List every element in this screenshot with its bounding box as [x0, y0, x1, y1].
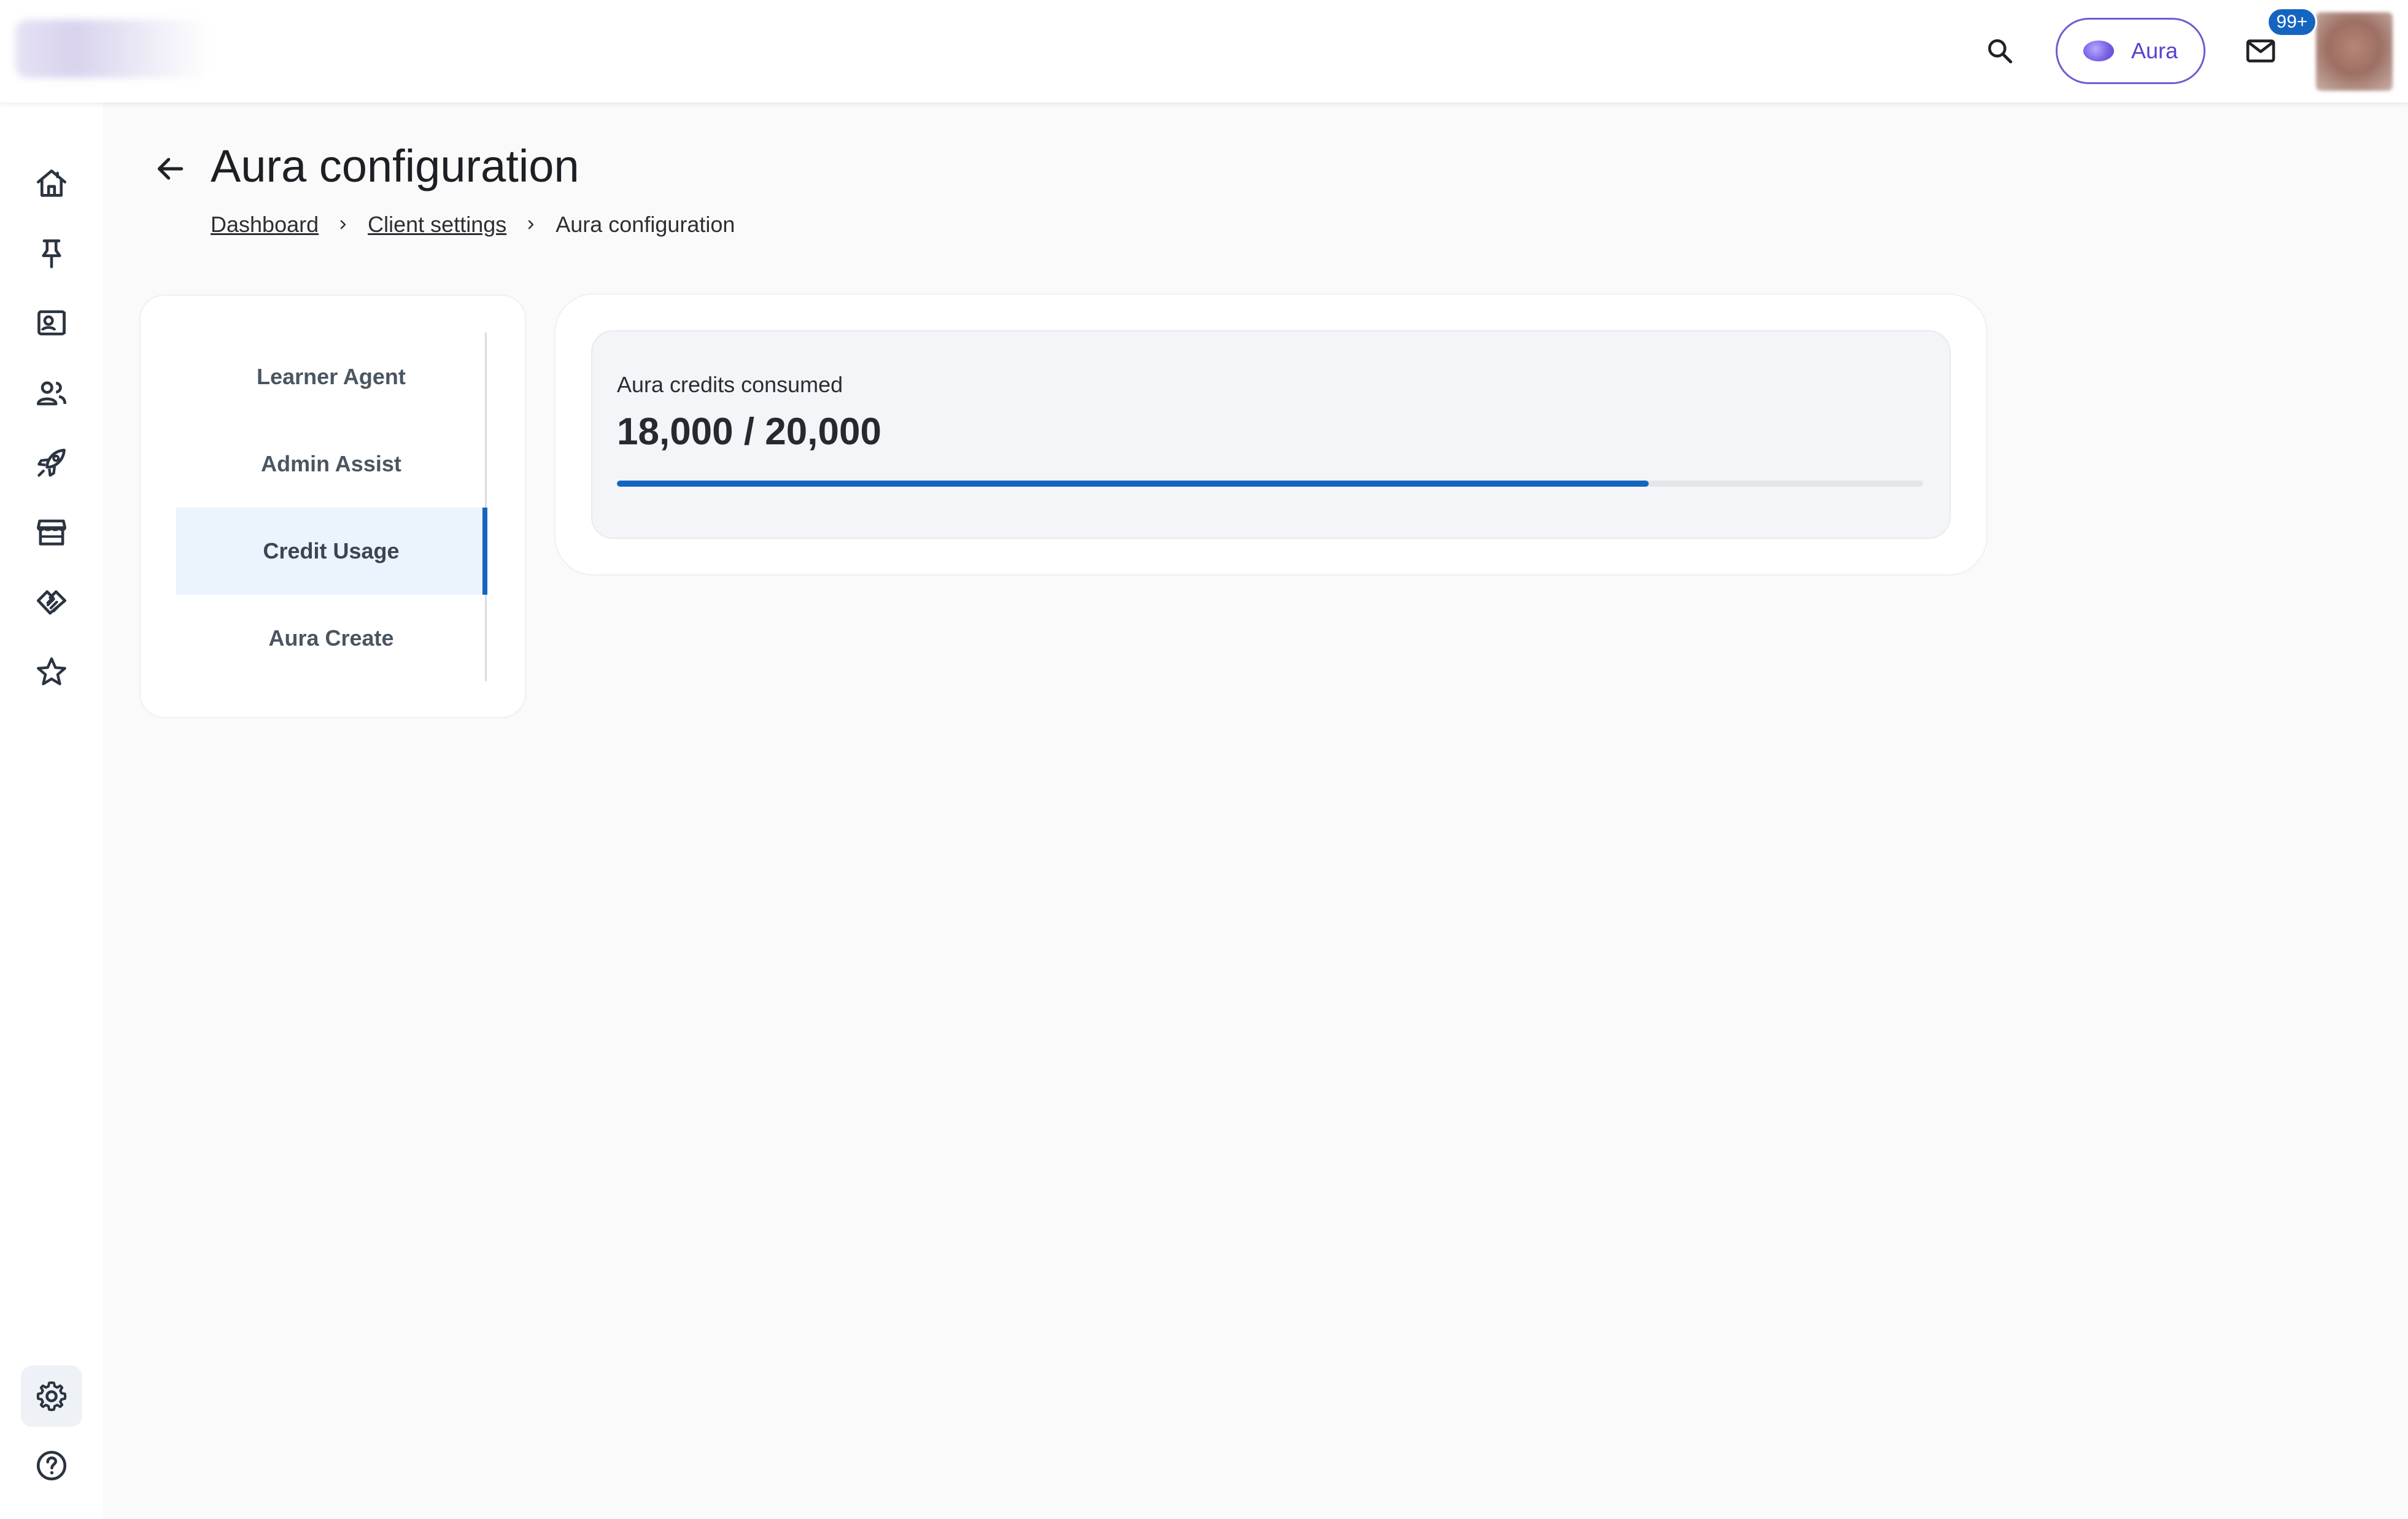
rail-home[interactable]: [21, 153, 82, 214]
breadcrumb-dashboard[interactable]: Dashboard: [211, 212, 319, 238]
mail-icon: [2246, 39, 2275, 63]
settings-nav-admin-assist[interactable]: Admin Assist: [176, 420, 486, 508]
arrow-left-icon: [157, 158, 184, 180]
settings-nav-aura-create[interactable]: Aura Create: [176, 595, 486, 682]
rail-settings[interactable]: [21, 1366, 82, 1427]
breadcrumb-client-settings[interactable]: Client settings: [368, 212, 506, 238]
side-rail: [0, 102, 103, 1519]
search-icon: [1988, 39, 2013, 64]
settings-nav-credit-usage[interactable]: Credit Usage: [176, 508, 486, 595]
credits-label: Aura credits consumed: [617, 372, 843, 397]
rail-people[interactable]: [21, 362, 82, 423]
contact-card-icon: [37, 310, 66, 336]
credits-progress-bar: [617, 481, 1923, 487]
pin-icon: [42, 239, 61, 269]
aura-logo-icon: [2083, 41, 2114, 61]
back-button[interactable]: [149, 147, 192, 190]
rail-help[interactable]: [21, 1435, 82, 1496]
search-button[interactable]: [1980, 31, 2020, 71]
star-icon: [37, 657, 66, 686]
aura-button-label: Aura: [2131, 38, 2178, 63]
mail-button[interactable]: [2240, 31, 2281, 71]
top-bar: Aura 99+: [0, 0, 2408, 102]
credits-value: 18,000 / 20,000: [617, 411, 881, 453]
rail-pinned[interactable]: [21, 223, 82, 284]
store-icon: [36, 519, 67, 546]
help-icon: [36, 1450, 67, 1481]
avatar[interactable]: [2316, 12, 2393, 91]
aura-button[interactable]: Aura: [2056, 18, 2205, 84]
breadcrumb: Dashboard Client settings Aura configura…: [211, 212, 735, 238]
page-title: Aura configuration: [211, 141, 579, 191]
rail-favorites[interactable]: [21, 641, 82, 703]
breadcrumb-current: Aura configuration: [556, 212, 735, 237]
credits-progress-fill: [617, 481, 1649, 487]
chevron-right-icon: [524, 217, 538, 232]
settings-nav-active-indicator: [482, 508, 487, 595]
handshake-icon: [36, 590, 67, 615]
brand-logo[interactable]: [15, 20, 212, 78]
home-icon: [36, 169, 67, 197]
rail-profile[interactable]: [21, 292, 82, 354]
gear-icon: [36, 1381, 67, 1412]
settings-nav-learner-agent[interactable]: Learner Agent: [176, 333, 486, 420]
notification-badge: 99+: [2267, 7, 2317, 37]
people-icon: [36, 381, 67, 406]
rail-launch[interactable]: [21, 432, 82, 493]
rail-store[interactable]: [21, 501, 82, 563]
rail-partners[interactable]: [21, 571, 82, 633]
chevron-right-icon: [336, 217, 350, 232]
rocket-icon: [37, 449, 66, 477]
